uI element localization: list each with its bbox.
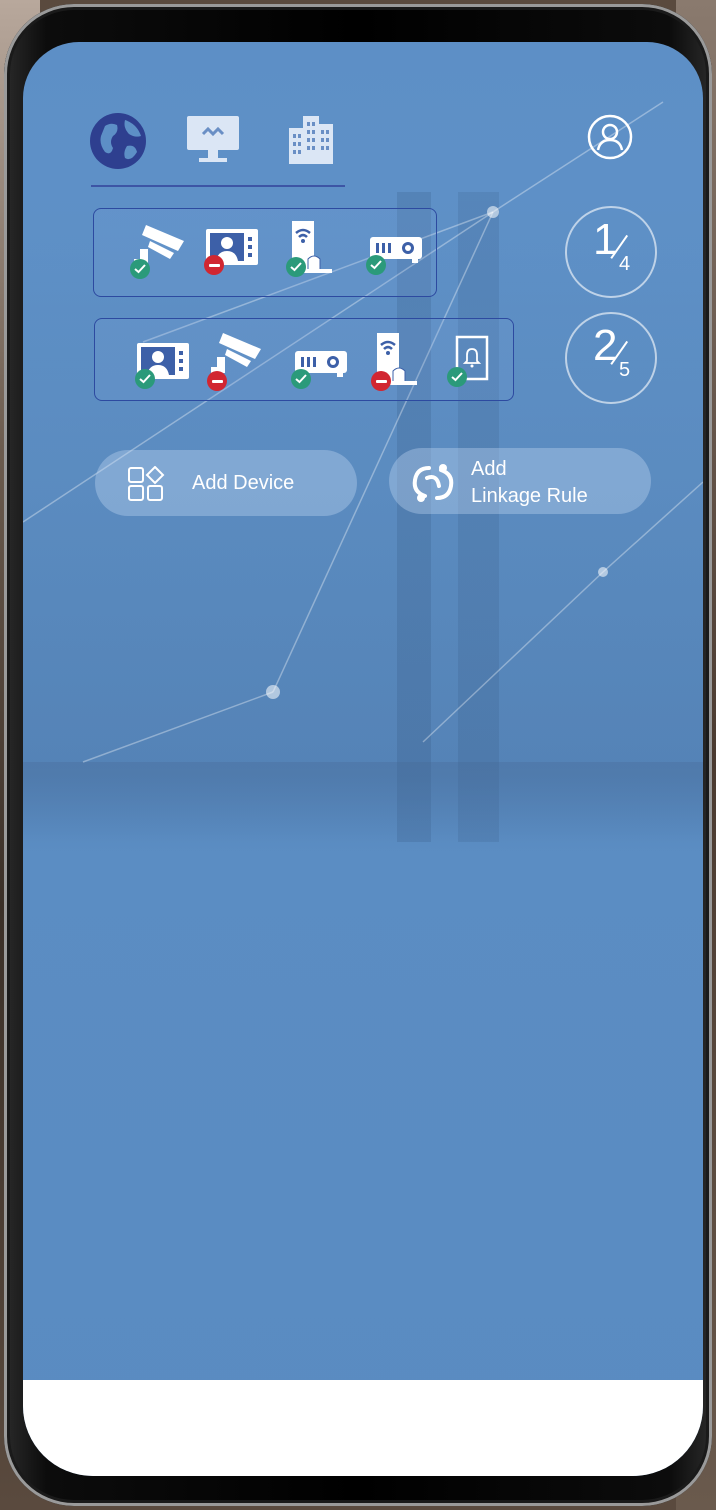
device-projector[interactable] — [291, 347, 351, 393]
device-camera[interactable] — [207, 331, 263, 391]
active-tab-underline — [91, 185, 345, 187]
linkage-icon — [412, 464, 454, 502]
status-online-badge — [286, 257, 306, 277]
group-2-counter: 2 5 — [565, 312, 657, 404]
device-group-1[interactable] — [93, 208, 437, 297]
monitor-icon — [187, 116, 239, 162]
status-online-badge — [135, 369, 155, 389]
status-offline-badge — [207, 371, 227, 391]
group-1-counter-current: 1 — [593, 215, 618, 264]
globe-icon — [90, 113, 146, 169]
device-wifi-door-station[interactable] — [371, 331, 421, 391]
group-1-counter-total: 4 — [619, 253, 631, 275]
user-profile-button[interactable] — [587, 114, 633, 160]
building-icon — [289, 116, 333, 164]
add-device-button[interactable]: Add Device — [95, 450, 357, 516]
device-group-2[interactable] — [94, 318, 514, 401]
device-wifi-door-station[interactable] — [286, 219, 336, 279]
tab-building[interactable] — [285, 114, 335, 166]
app-screen: 1 4 2 5 Add Device Add Linkage Rule — [23, 42, 703, 1476]
check-icon — [290, 262, 302, 272]
device-video-intercom[interactable] — [135, 341, 191, 391]
check-icon — [370, 260, 382, 270]
status-online-badge — [447, 367, 467, 387]
device-doorbell-panel[interactable] — [447, 335, 491, 391]
status-online-badge — [130, 259, 150, 279]
apps-grid-icon — [128, 466, 165, 501]
device-camera[interactable] — [130, 223, 186, 279]
group-2-counter-total: 5 — [619, 359, 631, 381]
add-device-label: Add Device — [192, 472, 295, 494]
check-icon — [295, 374, 307, 384]
group-1-counter: 1 4 — [565, 206, 657, 298]
status-offline-badge — [204, 255, 224, 275]
group-2-counter-current: 2 — [593, 321, 618, 370]
check-icon — [134, 264, 146, 274]
device-projector[interactable] — [366, 233, 426, 279]
phone-frame: 1 4 2 5 Add Device Add Linkage Rule — [4, 4, 712, 1506]
user-icon — [587, 114, 633, 160]
status-offline-badge — [371, 371, 391, 391]
tab-globe[interactable] — [89, 112, 147, 170]
status-online-badge — [291, 369, 311, 389]
device-video-intercom[interactable] — [204, 227, 260, 277]
check-icon — [451, 372, 463, 382]
add-linkage-rule-button[interactable]: Add Linkage Rule — [389, 448, 651, 514]
tab-monitor[interactable] — [185, 114, 241, 166]
bottom-bar — [23, 1380, 703, 1476]
add-linkage-label-line1: Add — [471, 458, 507, 480]
add-linkage-label-line2: Linkage Rule — [471, 485, 588, 507]
status-online-badge — [366, 255, 386, 275]
check-icon — [139, 374, 151, 384]
